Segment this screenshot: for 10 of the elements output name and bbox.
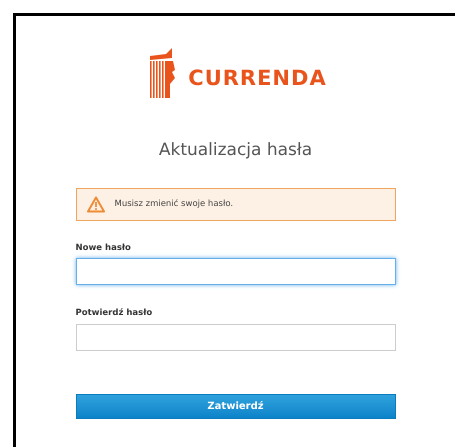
page-title: Aktualizacja hasła	[158, 139, 312, 162]
logo-text: CURRENDA	[188, 65, 327, 92]
field-label: Potwierdź hasło	[76, 307, 154, 320]
password-field[interactable]	[76, 324, 396, 351]
password-field[interactable]	[76, 258, 396, 286]
warning-icon	[86, 196, 104, 212]
field-label: Nowe hasło	[76, 242, 132, 254]
alert-text: Musisz zmienić swoje hasło.	[114, 198, 234, 210]
submit-button[interactable]: Zatwierdź	[76, 394, 396, 419]
logo-icon	[150, 48, 176, 98]
